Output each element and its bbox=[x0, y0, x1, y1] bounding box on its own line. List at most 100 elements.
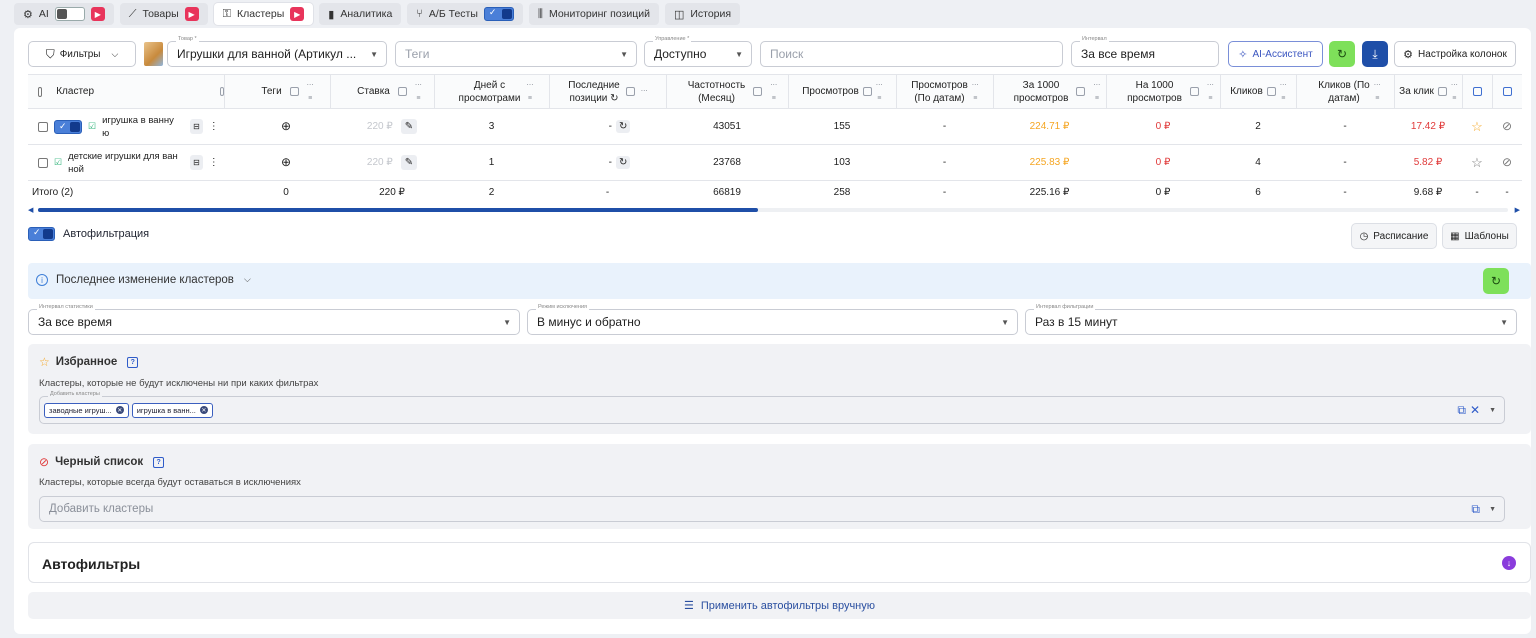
scroll-left-icon[interactable]: ◀ bbox=[28, 206, 33, 214]
interval-field[interactable]: Интервал За все время bbox=[1071, 36, 1219, 67]
column-menu-icon[interactable]: ⋯ ≡ bbox=[1374, 79, 1381, 105]
autofilters-accordion[interactable]: Автофильтры ↓ bbox=[28, 542, 1531, 583]
column-menu-icon[interactable]: ⋯ ≡ bbox=[526, 79, 533, 105]
download-button[interactable]: ⤓ bbox=[1362, 41, 1388, 67]
edit-icon[interactable]: ✎ bbox=[400, 119, 418, 134]
tab-products[interactable]: ⟋ Товары ▶ bbox=[119, 3, 208, 25]
header-tags[interactable]: Теги ⋯ ≡ bbox=[224, 75, 330, 108]
tab-ai[interactable]: ⚙ AI ▶ bbox=[14, 3, 114, 25]
add-tag-icon[interactable]: ⊕ bbox=[281, 156, 291, 169]
ai-toggle[interactable] bbox=[54, 7, 85, 21]
horizontal-scrollbar[interactable]: ◀ ▶ bbox=[28, 206, 1520, 214]
ai-assistant-button[interactable]: ✧ AI-Ассистент bbox=[1228, 41, 1323, 67]
tags-select[interactable]: Теги ▼ bbox=[395, 41, 637, 67]
cluster-chip[interactable]: заводные игруш... ✕ bbox=[44, 402, 129, 418]
star-icon[interactable]: ☆ bbox=[1462, 109, 1492, 144]
row-checkbox[interactable] bbox=[38, 121, 48, 132]
caret-down-icon[interactable]: ▼ bbox=[1489, 407, 1496, 414]
help-icon[interactable] bbox=[397, 87, 407, 96]
remove-chip-icon[interactable]: ✕ bbox=[115, 406, 124, 414]
row-toggle[interactable]: ✓ bbox=[54, 119, 82, 134]
header-views[interactable]: Просмотров ⋯ ≡ bbox=[788, 75, 896, 108]
filter-interval-select[interactable]: Интервал фильтрации Раз в 15 минут ▼ bbox=[1025, 304, 1517, 335]
help-icon[interactable] bbox=[862, 87, 872, 96]
help-icon[interactable] bbox=[1437, 87, 1447, 96]
autofilter-toggle[interactable]: ✓ bbox=[28, 227, 55, 241]
blacklist-clusters-input[interactable]: Добавить кластеры ⧉ ▼ bbox=[39, 496, 1505, 522]
help-icon[interactable] bbox=[1076, 87, 1086, 96]
header-days-views[interactable]: Дней с просмотрами ⋯ ≡ bbox=[434, 75, 549, 108]
header-favorite[interactable] bbox=[1462, 75, 1492, 108]
calendar-icon[interactable]: ⊟ bbox=[190, 119, 203, 134]
column-menu-icon[interactable]: ⋯ ≡ bbox=[1451, 79, 1458, 105]
header-last-positions[interactable]: Последние позиции ↻ ⋯ bbox=[549, 75, 666, 108]
calendar-icon[interactable]: ⊟ bbox=[190, 155, 203, 170]
apply-autofilters-button[interactable]: ☰ Применить автофильтры вручную bbox=[28, 592, 1531, 619]
filters-button[interactable]: ⛉ Фильтры ⌵ bbox=[28, 41, 136, 67]
help-icon[interactable] bbox=[1473, 87, 1482, 96]
templates-button[interactable]: ▦ Шаблоны bbox=[1442, 223, 1517, 249]
product-select[interactable]: Товар * Игрушки для ванной (Артикул ... … bbox=[167, 36, 387, 67]
stat-interval-select[interactable]: Интервал статистики За все время ▼ bbox=[28, 304, 520, 335]
row-checkbox[interactable] bbox=[38, 157, 48, 168]
block-icon[interactable]: ⊘ bbox=[1492, 109, 1522, 144]
header-views-dates[interactable]: Просмотров (По датам) ⋯ ≡ bbox=[896, 75, 993, 108]
header-per1000[interactable]: За 1000 просмотров ⋯ ≡ bbox=[993, 75, 1106, 108]
header-per-click[interactable]: За клик ⋯ ≡ bbox=[1394, 75, 1462, 108]
tab-monitoring[interactable]: ⫼ Мониторинг позиций bbox=[528, 3, 659, 25]
more-vertical-icon[interactable]: ⋮ bbox=[209, 156, 219, 169]
copy-icon[interactable]: ⧉ bbox=[1471, 502, 1480, 517]
video-icon[interactable]: ▶ bbox=[90, 7, 105, 21]
column-menu-icon[interactable]: ⋯ ≡ bbox=[307, 79, 314, 105]
video-icon[interactable]: ▶ bbox=[184, 7, 199, 21]
column-menu-icon[interactable]: ⋯ bbox=[641, 85, 648, 98]
help-icon[interactable] bbox=[289, 87, 299, 96]
clear-icon[interactable]: ✕ bbox=[1470, 403, 1480, 417]
header-clicks-dates[interactable]: Кликов (По датам) ⋯ ≡ bbox=[1296, 75, 1394, 108]
scroll-thumb[interactable] bbox=[38, 208, 759, 212]
column-menu-icon[interactable]: ⋯ ≡ bbox=[770, 79, 777, 105]
cluster-chip[interactable]: игрушка в ванн... ✕ bbox=[131, 402, 213, 418]
help-icon[interactable] bbox=[1266, 87, 1276, 96]
tab-history[interactable]: ◫ История bbox=[664, 3, 741, 25]
star-icon[interactable]: ☆ bbox=[1462, 145, 1492, 180]
help-icon[interactable] bbox=[753, 87, 763, 96]
column-menu-icon[interactable]: ⋯ ≡ bbox=[1093, 79, 1100, 105]
ab-toggle[interactable]: ✓ bbox=[483, 7, 514, 21]
favorites-clusters-input[interactable]: Добавить кластеры заводные игруш... ✕ игр… bbox=[39, 391, 1505, 424]
copy-icon[interactable]: ⧉ bbox=[1457, 403, 1466, 418]
tab-ab-tests[interactable]: ⑂ А/Б Тесты ✓ bbox=[407, 3, 523, 25]
columns-settings-button[interactable]: ⚙ Настройка колонок bbox=[1394, 41, 1516, 67]
header-frequency[interactable]: Частотность (Месяц) ⋯ ≡ bbox=[666, 75, 788, 108]
scroll-right-icon[interactable]: ▶ bbox=[1515, 206, 1520, 214]
refresh-icon[interactable]: ↻ bbox=[615, 156, 631, 169]
help-icon[interactable] bbox=[625, 87, 635, 96]
refresh-icon[interactable]: ↻ bbox=[615, 120, 631, 133]
column-menu-icon[interactable]: ⋯ ≡ bbox=[876, 79, 883, 105]
more-vertical-icon[interactable]: ⋮ bbox=[209, 120, 219, 133]
header-cluster[interactable]: Кластер bbox=[28, 75, 224, 108]
expand-icon[interactable]: ↓ bbox=[1502, 556, 1516, 570]
header-clicks[interactable]: Кликов ⋯ ≡ bbox=[1220, 75, 1296, 108]
help-icon[interactable] bbox=[1189, 87, 1199, 96]
management-select[interactable]: Управление * Доступно ▼ bbox=[644, 36, 752, 67]
column-menu-icon[interactable]: ⋯ ≡ bbox=[972, 79, 979, 105]
block-icon[interactable]: ⊘ bbox=[1492, 145, 1522, 180]
header-exclude[interactable] bbox=[1492, 75, 1522, 108]
refresh-button[interactable]: ↻ bbox=[1329, 41, 1355, 67]
refresh-button[interactable]: ↻ bbox=[1483, 268, 1509, 294]
edit-icon[interactable]: ✎ bbox=[400, 155, 418, 170]
help-icon[interactable]: ? bbox=[153, 456, 165, 468]
add-tag-icon[interactable]: ⊕ bbox=[281, 120, 291, 133]
column-menu-icon[interactable]: ⋯ ≡ bbox=[415, 79, 422, 105]
schedule-button[interactable]: ◷ Расписание bbox=[1351, 223, 1437, 249]
exclude-mode-select[interactable]: Режим исключения В минус и обратно ▼ bbox=[527, 304, 1018, 335]
column-menu-icon[interactable]: ⋯ ≡ bbox=[1207, 79, 1214, 105]
video-icon[interactable]: ▶ bbox=[290, 7, 305, 21]
tab-analytics[interactable]: ▮ Аналитика bbox=[319, 3, 402, 25]
select-all-checkbox[interactable] bbox=[38, 86, 43, 97]
tab-clusters[interactable]: ⚿ Кластеры ▶ bbox=[213, 3, 314, 25]
header-on1000[interactable]: На 1000 просмотров ⋯ ≡ bbox=[1106, 75, 1220, 108]
table-row[interactable]: ✓ ☑ игрушка в ванну ю ⊟ ⋮ ⊕ 220 ₽ ✎ 3 - ↻… bbox=[28, 109, 1522, 145]
last-change-bar[interactable]: i Последнее изменение кластеров ⌵ ↻ bbox=[28, 263, 1531, 299]
